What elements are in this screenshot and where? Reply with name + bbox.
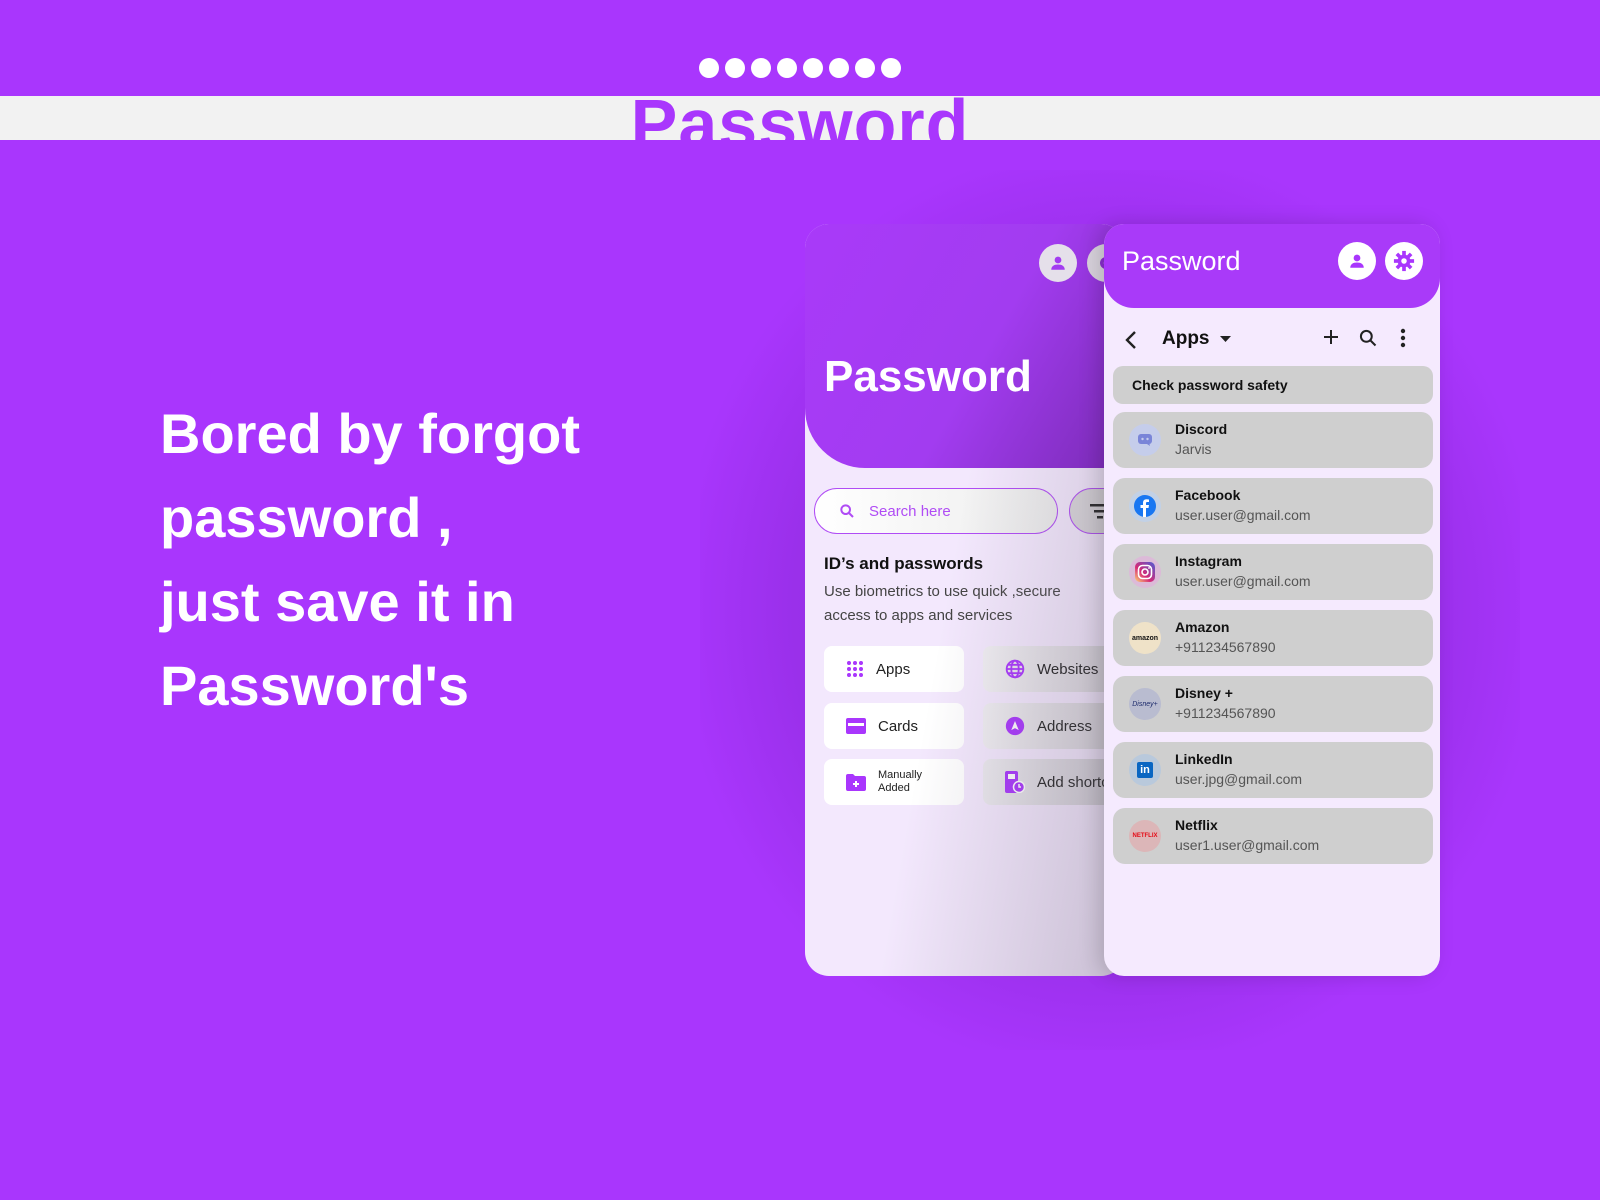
discord-logo-icon bbox=[1129, 424, 1161, 456]
dot bbox=[725, 58, 745, 78]
list-item-amazon[interactable]: amazon Amazon +911234567890 bbox=[1113, 610, 1433, 666]
folder-add-icon bbox=[846, 774, 866, 791]
list-item-instagram[interactable]: Instagram user.user@gmail.com bbox=[1113, 544, 1433, 600]
item-username: user1.user@gmail.com bbox=[1175, 837, 1320, 853]
item-name: Netflix bbox=[1175, 817, 1218, 833]
dot bbox=[803, 58, 823, 78]
tagline-line: password , bbox=[160, 486, 453, 549]
dot bbox=[829, 58, 849, 78]
item-username: user.user@gmail.com bbox=[1175, 573, 1311, 589]
more-vertical-icon[interactable] bbox=[1400, 328, 1406, 348]
dot bbox=[751, 58, 771, 78]
linkedin-logo-icon: in bbox=[1129, 754, 1161, 786]
search-icon[interactable] bbox=[1358, 328, 1378, 348]
dot bbox=[855, 58, 875, 78]
item-name: Instagram bbox=[1175, 553, 1242, 569]
item-username: Jarvis bbox=[1175, 441, 1212, 457]
search-icon bbox=[840, 504, 854, 518]
tagline-line: just save it in bbox=[160, 570, 515, 633]
gear-icon bbox=[1393, 250, 1415, 272]
item-name: Amazon bbox=[1175, 619, 1230, 635]
settings-button[interactable] bbox=[1385, 242, 1423, 280]
tile-label: Address bbox=[1037, 717, 1093, 735]
banner-title-overflow: Password bbox=[0, 84, 1600, 96]
tagline-line: Bored by forgot bbox=[160, 402, 580, 465]
search-input[interactable] bbox=[869, 502, 1039, 520]
amazon-logo-icon: amazon bbox=[1129, 622, 1161, 654]
tile-add-shortcut[interactable]: Add shortcut bbox=[983, 759, 1123, 805]
apps-grid-icon bbox=[847, 661, 863, 677]
user-icon bbox=[1350, 254, 1364, 268]
profile-button[interactable] bbox=[1338, 242, 1376, 280]
tile-websites[interactable]: Websites bbox=[983, 646, 1123, 692]
tile-address[interactable]: Address bbox=[983, 703, 1123, 749]
instagram-logo-icon bbox=[1129, 556, 1161, 588]
check-password-safety-button[interactable]: Check password safety bbox=[1113, 366, 1433, 404]
item-name: Discord bbox=[1175, 421, 1228, 437]
user-icon bbox=[1051, 256, 1065, 270]
banner-title: Password bbox=[630, 96, 970, 140]
list-item-discord[interactable]: Discord Jarvis bbox=[1113, 412, 1433, 468]
facebook-logo-icon bbox=[1129, 490, 1161, 522]
app-title: Password bbox=[1122, 246, 1241, 276]
profile-button[interactable] bbox=[1039, 244, 1077, 282]
banner-title-clip: Password bbox=[635, 84, 966, 96]
home-title: Password bbox=[824, 352, 1032, 401]
item-name: LinkedIn bbox=[1175, 751, 1233, 767]
banner-strip: Password bbox=[0, 96, 1600, 140]
apps-toolbar: Apps bbox=[1104, 320, 1440, 360]
globe-icon bbox=[1005, 659, 1025, 679]
item-name: Facebook bbox=[1175, 487, 1241, 503]
item-username: +911234567890 bbox=[1175, 705, 1276, 721]
tagline-line: Password's bbox=[160, 654, 470, 717]
list-item-linkedin[interactable]: in LinkedIn user.jpg@gmail.com bbox=[1113, 742, 1433, 798]
tile-label: Apps bbox=[876, 660, 911, 678]
navigation-icon bbox=[1005, 716, 1025, 736]
apps-header: Password bbox=[1104, 224, 1440, 308]
search-field[interactable] bbox=[814, 488, 1058, 534]
dot bbox=[699, 58, 719, 78]
section-title: ID’s and passwords bbox=[824, 554, 984, 573]
chevron-down-icon bbox=[1219, 335, 1231, 342]
tile-cards[interactable]: Cards bbox=[824, 703, 964, 749]
home-header: Password bbox=[805, 224, 1125, 468]
dot bbox=[777, 58, 797, 78]
section-description: Use biometrics to use quick ,secure acce… bbox=[824, 583, 1061, 624]
shortcut-icon bbox=[1005, 771, 1025, 793]
item-username: +911234567890 bbox=[1175, 639, 1276, 655]
tile-label: Cards bbox=[878, 717, 919, 735]
phone-home-screen: Password ID’s and passwords Use biometri… bbox=[805, 224, 1125, 976]
tile-manually-added[interactable]: Manually Added bbox=[824, 759, 964, 805]
list-item-netflix[interactable]: NETFLIX Netflix user1.user@gmail.com bbox=[1113, 808, 1433, 864]
tile-label: Manually Added bbox=[878, 769, 923, 794]
tile-label: Websites bbox=[1037, 660, 1099, 678]
credit-card-icon bbox=[846, 718, 866, 734]
item-name: Disney + bbox=[1175, 685, 1233, 701]
tile-apps[interactable]: Apps bbox=[824, 646, 964, 692]
list-item-disney[interactable]: Disney+ Disney + +911234567890 bbox=[1113, 676, 1433, 732]
linkedin-mark: in bbox=[1137, 762, 1153, 778]
item-username: user.jpg@gmail.com bbox=[1175, 771, 1303, 787]
back-arrow-icon[interactable] bbox=[1124, 330, 1138, 350]
tagline: Bored by forgot password , just save it … bbox=[160, 392, 580, 728]
dot bbox=[881, 58, 901, 78]
category-label: Apps bbox=[1162, 328, 1210, 349]
item-username: user.user@gmail.com bbox=[1175, 507, 1311, 523]
add-icon[interactable] bbox=[1322, 328, 1340, 346]
phone-apps-screen: Password Apps Check password safety Disc… bbox=[1104, 224, 1440, 976]
list-item-facebook[interactable]: Facebook user.user@gmail.com bbox=[1113, 478, 1433, 534]
netflix-logo-icon: NETFLIX bbox=[1129, 820, 1161, 852]
category-dropdown[interactable]: Apps bbox=[1162, 328, 1231, 350]
disney-plus-logo-icon: Disney+ bbox=[1129, 688, 1161, 720]
